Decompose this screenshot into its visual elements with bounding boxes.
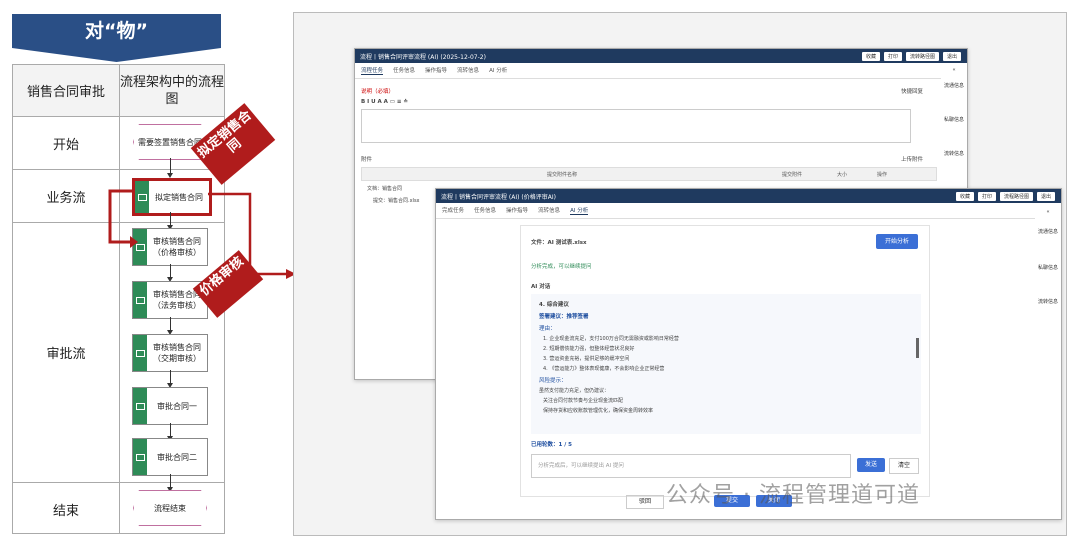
tab-task-info[interactable]: 任务信息	[393, 66, 415, 75]
row-end: 结束	[52, 503, 79, 519]
tab2-ai[interactable]: AI 分析	[570, 206, 589, 215]
chat-scrollbar[interactable]	[916, 338, 919, 358]
task-approve-1: 审批合同一	[132, 387, 208, 425]
print-button-2[interactable]: 打印	[977, 191, 996, 201]
side2-private[interactable]: 私聊信息	[1035, 265, 1061, 272]
side-circulate[interactable]: 流通信息	[941, 83, 967, 90]
attach-label: 附件	[361, 157, 373, 163]
tab2-transfer[interactable]: 流转信息	[538, 206, 560, 215]
flow-path-button[interactable]: 流转路径图	[905, 51, 939, 61]
clear-button[interactable]: 清空	[889, 458, 919, 474]
tab-ai-analysis[interactable]: AI 分析	[489, 66, 507, 75]
ai-question-input[interactable]: 分析完成后，可以继续提出 AI 提问	[531, 454, 851, 478]
col-action: 操作	[876, 171, 887, 178]
tab-guide[interactable]: 操作指导	[425, 66, 447, 75]
col1-header: 销售合同审批	[13, 65, 119, 116]
task-delivery-review: 审核销售合同（交期审核）	[132, 334, 208, 372]
side-private[interactable]: 私聊信息	[941, 117, 967, 124]
send-button[interactable]: 发送	[857, 458, 885, 472]
tab2-guide[interactable]: 操作指导	[506, 206, 528, 215]
desc-label: 说明（必填）	[361, 89, 395, 95]
tab-transfer-info[interactable]: 流转信息	[457, 66, 479, 75]
screenshot-frame: 流程丨销售合同评审流程 (AI) (2025-12-07-2) 收藏 打印 流转…	[293, 12, 1067, 536]
round-count: 已用轮数：1 / 5	[531, 442, 572, 448]
window1-titlebar: 流程丨销售合同评审流程 (AI) (2025-12-07-2) 收藏 打印 流转…	[355, 49, 967, 63]
banner-arrow	[12, 48, 221, 62]
tab2-done[interactable]: 完成任务	[442, 206, 464, 215]
collapse-icon-2[interactable]: «	[1035, 209, 1061, 216]
file-name: 文件：AI 测试表.xlsx	[531, 240, 587, 246]
banner-title: 对“物”	[12, 14, 221, 48]
tab2-info[interactable]: 任务信息	[474, 206, 496, 215]
flow-path-button-2[interactable]: 流程路径图	[999, 191, 1033, 201]
watermark: 公众号 · 流程管理道可道	[666, 483, 920, 508]
reject-button[interactable]: 驳回	[626, 495, 664, 509]
upload-attach[interactable]: 上传附件	[901, 155, 923, 163]
exit-button[interactable]: 退出	[942, 51, 961, 61]
exit-button-2[interactable]: 退出	[1036, 191, 1055, 201]
side-transfer[interactable]: 流转信息	[941, 151, 967, 158]
rich-toolbar[interactable]: B I U A A ▭ ≡ ≐	[361, 99, 408, 105]
ai-chat-title: AI 对话	[531, 284, 551, 290]
file-row-2[interactable]: 提交：销售合同.xlsx	[373, 197, 420, 204]
side2-transfer[interactable]: 流转信息	[1035, 299, 1061, 306]
desc-editor[interactable]	[361, 109, 911, 143]
window2-titlebar: 流程丨销售合同评审流程 (AI) (价格评审AI) 收藏 打印 流程路径图 退出	[436, 189, 1061, 203]
window-ai-analysis: 流程丨销售合同评审流程 (AI) (价格评审AI) 收藏 打印 流程路径图 退出…	[435, 188, 1062, 520]
end-node: 流程结束	[133, 490, 207, 526]
favorite-button[interactable]: 收藏	[861, 51, 880, 61]
col-attach-name: 提交附件名称	[546, 171, 577, 178]
analysis-status: 分析完成，可以继续提问	[531, 264, 592, 270]
tab-flow-task[interactable]: 流程任务	[361, 66, 384, 75]
col-attach: 提交附件	[781, 171, 802, 178]
quick-reply[interactable]: 快捷回复	[901, 87, 923, 95]
col-size: 大小	[836, 171, 847, 178]
task-approve-2: 审批合同二	[132, 438, 208, 476]
print-button[interactable]: 打印	[883, 51, 902, 61]
file-row[interactable]: 文档：销售合同	[367, 185, 402, 192]
favorite-button-2[interactable]: 收藏	[955, 191, 974, 201]
red-connector	[108, 189, 296, 279]
col2-header: 流程架构中的流程图	[120, 65, 224, 116]
side2-circulate[interactable]: 流通信息	[1035, 229, 1061, 236]
ai-panel: 文件：AI 测试表.xlsx 开始分析 分析完成，可以继续提问 AI 对话 4.…	[520, 225, 930, 497]
start-analysis-button[interactable]: 开始分析	[876, 234, 918, 249]
ai-message: 4. 综合建议 签署建议：推荐签署 理由： 1. 企业现金流充足，支付100万合…	[531, 294, 921, 434]
collapse-icon[interactable]: «	[941, 67, 967, 74]
